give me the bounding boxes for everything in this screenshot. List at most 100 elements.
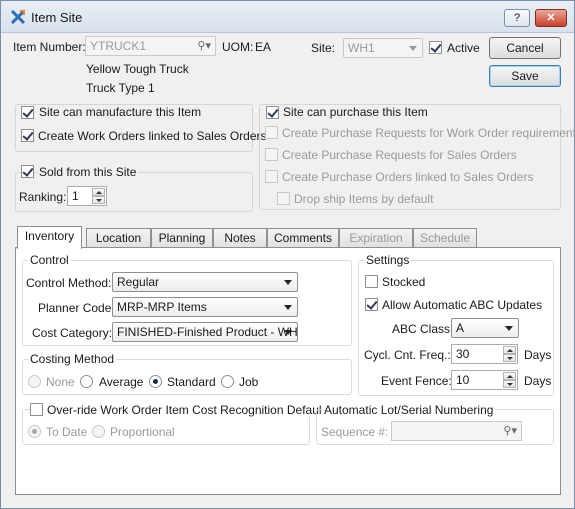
spin-up-icon[interactable] <box>503 346 516 354</box>
costing-method-title: Costing Method <box>28 352 117 366</box>
cycl-days-label: Days <box>524 348 552 362</box>
cost-category-value: FINISHED-Finished Product - WH1 <box>117 325 298 339</box>
abc-updates-label: Allow Automatic ABC Updates <box>382 298 543 312</box>
pr-sales-orders-checkbox[interactable] <box>265 148 278 161</box>
uom-label: UOM: <box>222 40 254 54</box>
costing-none-radio[interactable] <box>28 375 41 388</box>
abc-class-value: A <box>456 321 465 335</box>
item-site-window: Item Site ? ✕ Item Number: YTRUCK1 ⚲▾ UO… <box>0 0 575 509</box>
chevron-down-icon <box>284 305 292 310</box>
title-bar: Item Site ? ✕ <box>1 1 574 33</box>
chevron-down-icon <box>284 280 292 285</box>
site-can-manufacture-checkbox[interactable] <box>21 106 34 119</box>
spin-up-icon[interactable] <box>92 188 105 196</box>
po-sales-orders-checkbox[interactable] <box>265 170 278 183</box>
event-fence-spinbox[interactable]: 10 <box>451 370 518 390</box>
proportional-radio[interactable] <box>92 425 105 438</box>
site-can-purchase-label: Site can purchase this Item <box>281 105 430 119</box>
pr-work-order-checkbox[interactable] <box>265 126 278 139</box>
app-logo-icon <box>11 10 25 24</box>
spin-down-icon[interactable] <box>92 196 105 204</box>
costing-standard-label: Standard <box>167 375 216 389</box>
event-fence-label: Event Fence: <box>381 374 452 388</box>
site-can-purchase-checkbox[interactable] <box>266 106 279 119</box>
chevron-down-icon <box>409 46 417 51</box>
drop-ship-label: Drop ship Items by default <box>294 192 434 206</box>
control-title: Control <box>28 253 71 267</box>
control-method-value: Regular <box>117 275 160 289</box>
lot-serial-title: Automatic Lot/Serial Numbering <box>322 403 496 417</box>
drop-ship-checkbox[interactable] <box>277 192 290 205</box>
pr-sales-orders-label: Create Purchase Requests for Sales Order… <box>282 148 517 162</box>
save-button[interactable]: Save <box>489 65 561 87</box>
cycl-cnt-freq-label: Cycl. Cnt. Freq.: <box>364 348 451 362</box>
sequence-label: Sequence #: <box>321 425 389 439</box>
chevron-down-icon <box>505 326 513 331</box>
create-work-orders-checkbox[interactable] <box>21 129 34 142</box>
site-label: Site: <box>311 41 336 55</box>
planner-code-value: MRP-MRP Items <box>117 300 207 314</box>
tab-inventory[interactable]: Inventory <box>17 226 82 249</box>
item-description-1: Yellow Tough Truck <box>86 62 189 76</box>
stocked-checkbox[interactable] <box>365 275 378 288</box>
spin-up-icon[interactable] <box>503 372 516 380</box>
po-sales-orders-label: Create Purchase Orders linked to Sales O… <box>282 170 534 184</box>
abc-updates-checkbox[interactable] <box>365 298 378 311</box>
uom-value: EA <box>255 40 272 54</box>
cost-category-combo[interactable]: FINISHED-Finished Product - WH1 <box>112 322 298 342</box>
control-method-label: Control Method: <box>26 276 112 290</box>
control-method-combo[interactable]: Regular <box>112 272 298 292</box>
planner-code-label: Planner Code: <box>38 301 115 315</box>
spin-down-icon[interactable] <box>503 380 516 388</box>
to-date-radio[interactable] <box>28 425 41 438</box>
ranking-spinbox[interactable]: 1 <box>67 186 107 206</box>
close-button[interactable]: ✕ <box>535 9 567 27</box>
active-checkbox[interactable] <box>429 41 442 54</box>
sold-from-site-label: Sold from this Site <box>37 165 139 179</box>
override-label: Over-ride Work Order Item Cost Recogniti… <box>45 403 327 417</box>
event-days-label: Days <box>524 374 552 388</box>
cancel-button[interactable]: Cancel <box>489 37 561 59</box>
item-description-2: Truck Type 1 <box>86 81 155 95</box>
site-combo[interactable]: WH1 <box>343 38 423 58</box>
costing-standard-radio[interactable] <box>149 375 162 388</box>
costing-average-label: Average <box>99 375 144 389</box>
tab-location[interactable]: Location <box>86 228 151 248</box>
costing-none-label: None <box>46 375 75 389</box>
to-date-label: To Date <box>46 425 88 439</box>
tab-schedule[interactable]: Schedule <box>413 228 477 248</box>
ranking-label: Ranking: <box>19 190 67 204</box>
create-work-orders-label: Create Work Orders linked to Sales Order… <box>38 129 267 143</box>
cycl-cnt-freq-spinbox[interactable]: 30 <box>451 344 518 364</box>
cycl-cnt-freq-value: 30 <box>456 347 470 361</box>
item-number-value: YTRUCK1 <box>90 39 147 53</box>
chevron-down-icon <box>284 330 292 335</box>
item-number-field[interactable]: YTRUCK1 ⚲▾ <box>85 36 216 56</box>
stocked-label: Stocked <box>382 275 426 289</box>
window-title: Item Site <box>31 10 83 25</box>
inventory-panel: Control Control Method: Regular Planner … <box>15 247 561 495</box>
search-icon[interactable]: ⚲▾ <box>197 39 211 52</box>
active-label: Active <box>447 41 480 55</box>
item-number-label: Item Number: <box>13 40 86 54</box>
planner-code-combo[interactable]: MRP-MRP Items <box>112 297 298 317</box>
proportional-label: Proportional <box>110 425 175 439</box>
site-value: WH1 <box>348 41 375 55</box>
tab-comments[interactable]: Comments <box>267 228 339 248</box>
help-button[interactable]: ? <box>504 9 530 27</box>
cost-category-label: Cost Category: <box>32 326 113 340</box>
event-fence-value: 10 <box>456 373 470 387</box>
tab-planning[interactable]: Planning <box>151 228 213 248</box>
abc-class-label: ABC Class: <box>392 322 454 336</box>
tab-notes[interactable]: Notes <box>213 228 267 248</box>
abc-class-combo[interactable]: A <box>451 318 519 338</box>
costing-job-radio[interactable] <box>221 375 234 388</box>
override-checkbox[interactable] <box>30 403 43 416</box>
tab-expiration[interactable]: Expiration <box>339 228 413 248</box>
sequence-field[interactable]: ⚲▾ <box>391 421 522 441</box>
costing-average-radio[interactable] <box>80 375 93 388</box>
sold-from-site-checkbox[interactable] <box>21 165 34 178</box>
search-icon[interactable]: ⚲▾ <box>503 424 517 437</box>
pr-work-order-label: Create Purchase Requests for Work Order … <box>282 126 575 140</box>
spin-down-icon[interactable] <box>503 354 516 362</box>
